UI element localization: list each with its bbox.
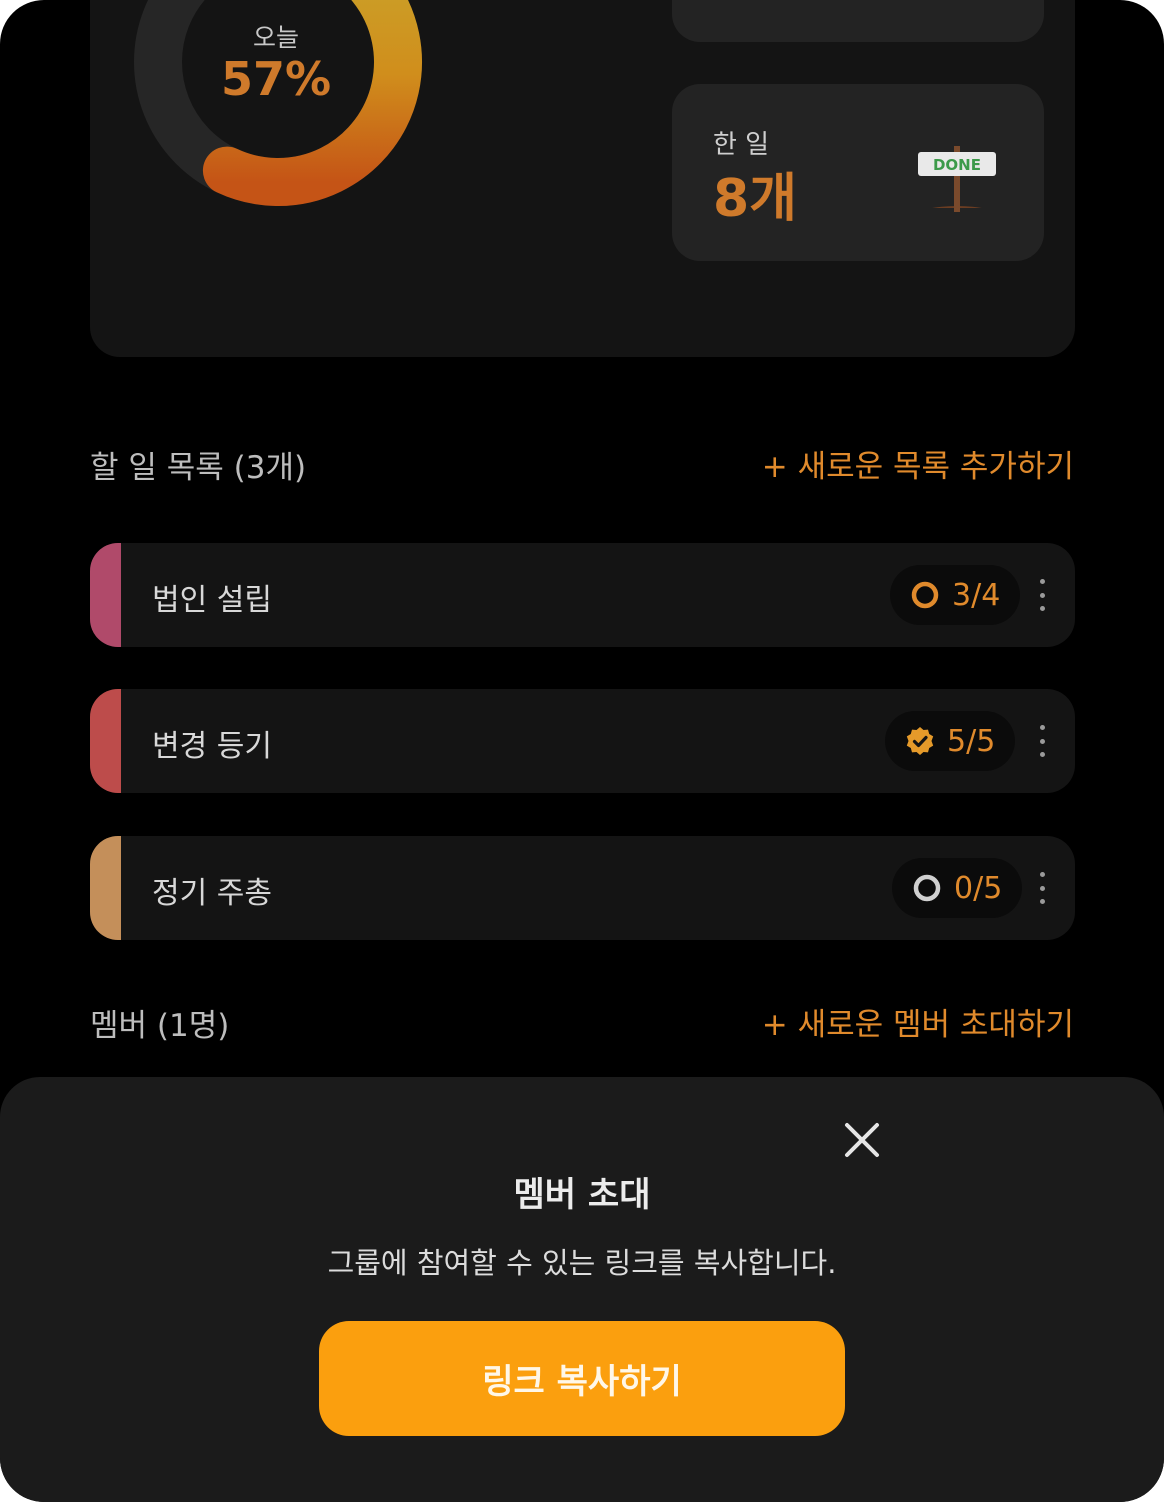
task-name: 변경 등기 [152,729,272,764]
members-section-title: 멤버 (1명) [90,1008,230,1044]
more-options-icon[interactable] [1030,579,1054,611]
progress-ring-icon [911,581,939,609]
task-accent-bar [90,689,121,793]
done-sign-icon: DONE [916,146,998,222]
screen: 오늘 57% 한 일 8개 DONE 할 일 목록 (3개) + 새로운 목록 … [0,0,1164,1502]
check-badge-icon [906,727,934,755]
invite-member-button[interactable]: + 새로운 멤버 초대하기 [762,999,1074,1044]
donut-percent: 57% [220,52,332,106]
tasks-section-title: 할 일 목록 (3개) [90,450,307,486]
task-progress-badge: 3/4 [890,565,1021,625]
done-sign-text: DONE [933,156,981,174]
donut-caption: 오늘 [252,23,299,52]
sheet-description: 그룹에 참여할 수 있는 링크를 복사합니다. [327,1246,837,1280]
done-stat-value: 8개 [713,169,798,229]
invite-bottom-sheet: 멤버 초대 그룹에 참여할 수 있는 링크를 복사합니다. 링크 복사하기 [0,1077,1164,1502]
task-progress-text: 3/4 [952,577,1001,613]
more-options-icon[interactable] [1030,725,1054,757]
stat-box-top [672,0,1044,42]
task-name: 정기 주총 [152,876,272,911]
task-name: 법인 설립 [152,583,272,618]
more-options-icon[interactable] [1030,872,1054,904]
task-progress-badge: 0/5 [892,858,1023,918]
task-progress-text: 5/5 [947,723,996,759]
sheet-title: 멤버 초대 [513,1175,651,1215]
task-row[interactable]: 변경 등기 5/5 [90,689,1075,793]
copy-link-button[interactable]: 링크 복사하기 [319,1321,845,1436]
task-progress-badge: 5/5 [885,711,1016,771]
task-row[interactable]: 정기 주총 0/5 [90,836,1075,940]
close-icon[interactable] [842,1120,882,1160]
task-accent-bar [90,543,121,647]
done-stat-box: 한 일 8개 DONE [672,84,1044,261]
add-list-button[interactable]: + 새로운 목록 추가하기 [762,441,1074,486]
task-row[interactable]: 법인 설립 3/4 [90,543,1075,647]
task-progress-text: 0/5 [954,870,1003,906]
task-accent-bar [90,836,121,940]
empty-ring-icon [913,874,941,902]
